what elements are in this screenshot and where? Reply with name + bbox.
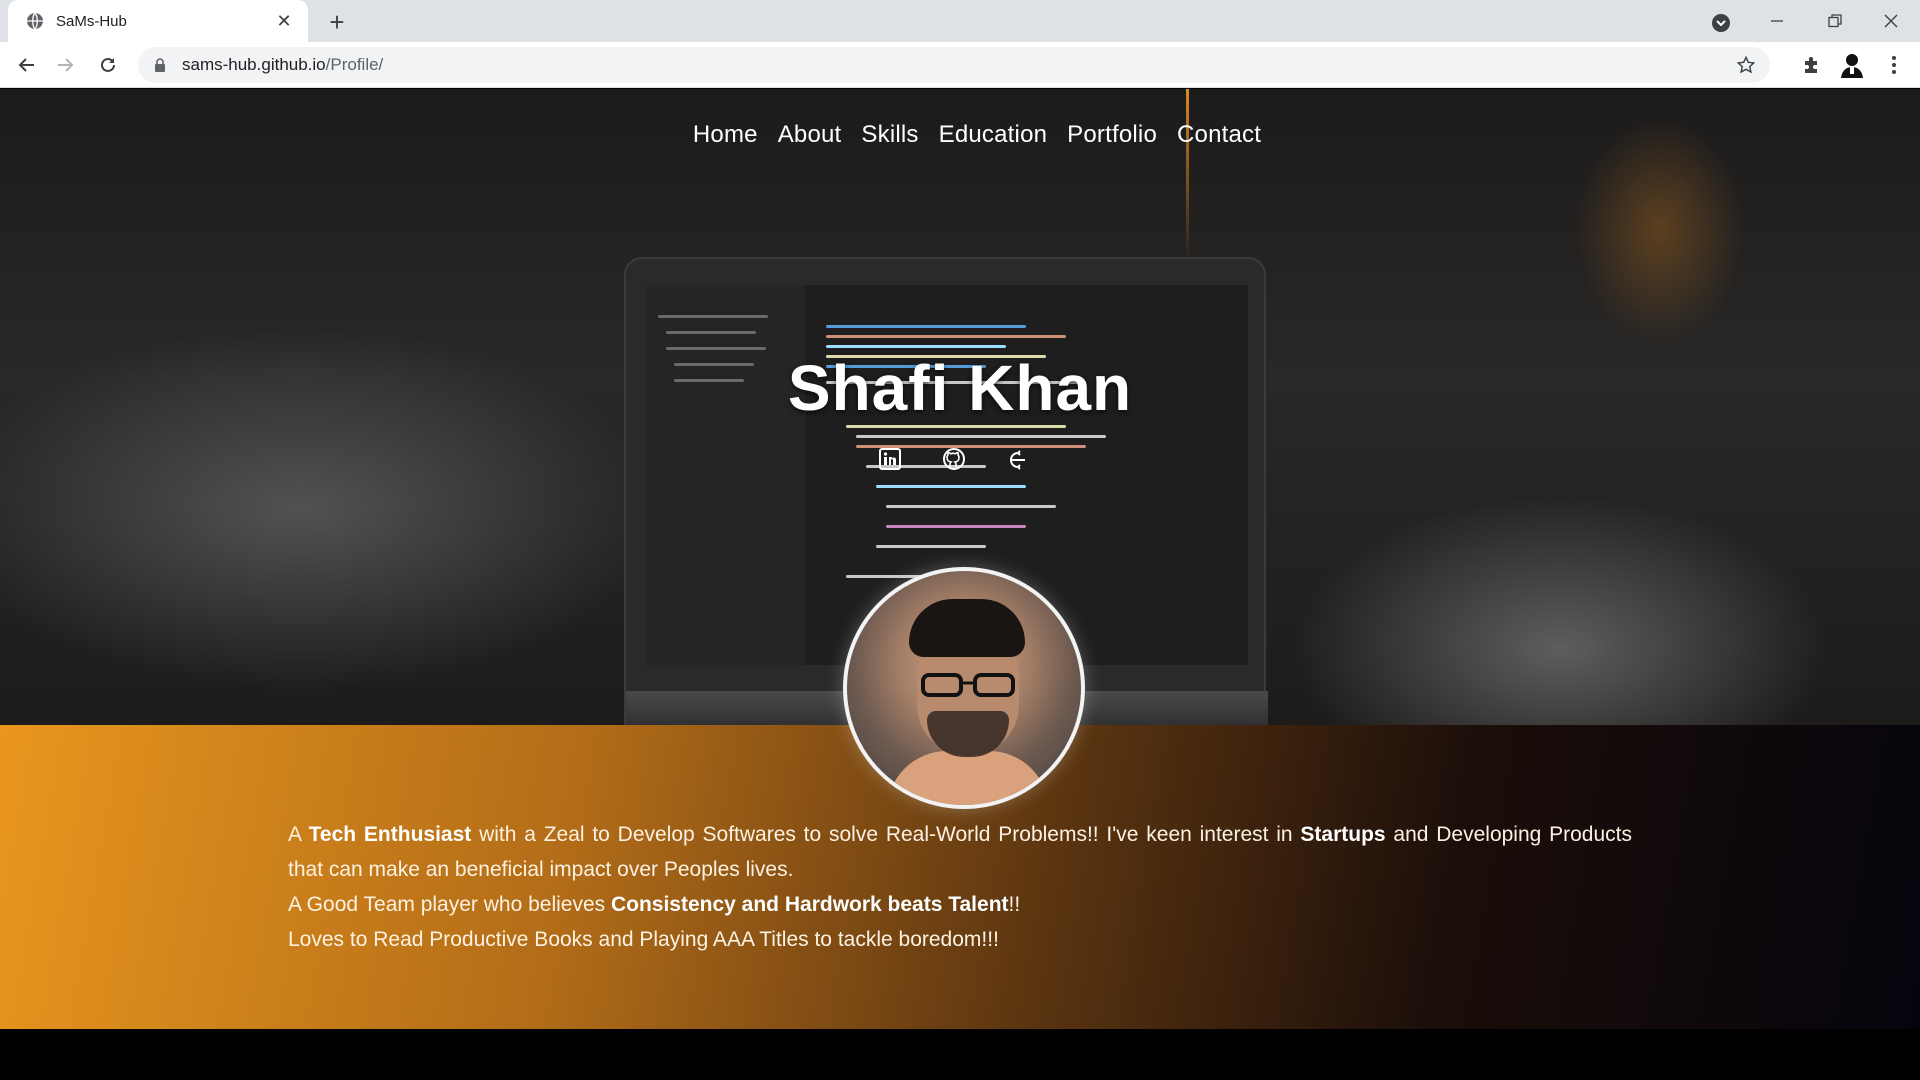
profile-avatar-icon[interactable] (1836, 49, 1868, 81)
bookmark-star-icon[interactable] (1734, 53, 1758, 77)
close-window-icon[interactable] (1862, 0, 1920, 42)
browser-toolbar: sams-hub.github.io/Profile/ (0, 42, 1920, 88)
about-paragraph-3: Loves to Read Productive Books and Playi… (288, 928, 999, 951)
globe-icon (26, 12, 44, 30)
browser-tab[interactable]: SaMs-Hub ✕ (8, 0, 308, 42)
page-viewport: Home About Skills Education Portfolio Co… (0, 89, 1920, 1080)
minimize-icon[interactable] (1748, 0, 1806, 42)
github-icon[interactable] (940, 445, 968, 473)
tab-strip: SaMs-Hub ✕ + (0, 0, 1920, 42)
nav-education[interactable]: Education (939, 121, 1048, 149)
extensions-puzzle-icon[interactable] (1796, 49, 1828, 81)
new-tab-button[interactable]: + (322, 7, 352, 37)
close-tab-icon[interactable]: ✕ (272, 9, 296, 33)
hackerrank-icon[interactable] (1004, 445, 1032, 473)
hero-name: Shafi Khan (787, 352, 1133, 424)
about-paragraph-2: A Good Team player who believes Consiste… (288, 893, 1021, 916)
footer-band (0, 1029, 1920, 1080)
url-text: sams-hub.github.io/Profile/ (182, 55, 384, 74)
social-links (876, 445, 1032, 473)
nav-home[interactable]: Home (693, 121, 758, 149)
nav-about[interactable]: About (778, 121, 842, 149)
nav-contact[interactable]: Contact (1177, 121, 1261, 149)
tab-title: SaMs-Hub (56, 12, 127, 30)
reload-icon[interactable] (92, 49, 124, 81)
linkedin-icon[interactable] (876, 445, 904, 473)
nav-skills[interactable]: Skills (861, 121, 918, 149)
tab-search-icon[interactable] (1706, 8, 1736, 38)
lock-icon[interactable] (152, 57, 168, 73)
main-nav: Home About Skills Education Portfolio Co… (0, 121, 1920, 149)
forward-arrow-icon[interactable] (50, 49, 82, 81)
address-bar[interactable]: sams-hub.github.io/Profile/ (138, 47, 1770, 83)
back-arrow-icon[interactable] (10, 49, 42, 81)
restore-icon[interactable] (1806, 0, 1864, 42)
about-paragraph-1: A Tech Enthusiast with a Zeal to Develop… (288, 823, 1632, 881)
profile-avatar-photo (843, 567, 1085, 809)
about-description: A Tech Enthusiast with a Zeal to Develop… (288, 817, 1632, 957)
menu-kebab-icon[interactable] (1878, 49, 1910, 81)
background-light-streak (1186, 89, 1189, 259)
nav-portfolio[interactable]: Portfolio (1067, 121, 1157, 149)
